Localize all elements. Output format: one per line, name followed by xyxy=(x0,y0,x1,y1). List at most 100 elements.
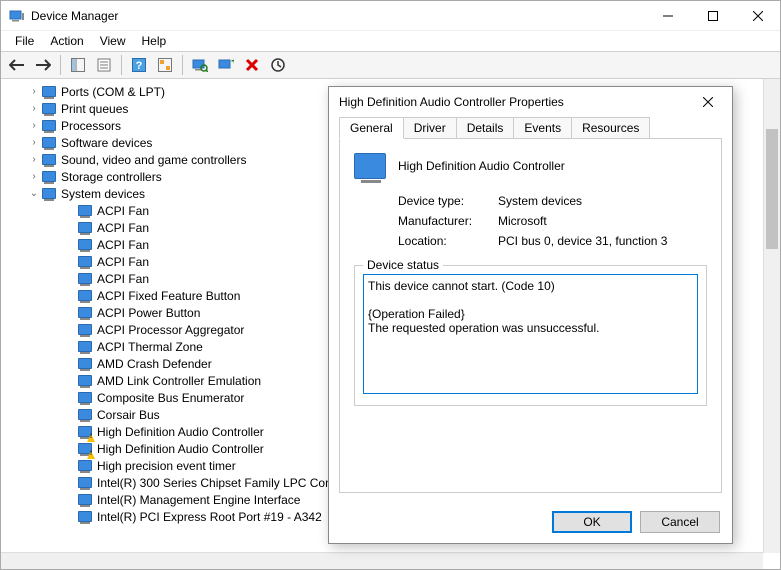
toolbar: ? + xyxy=(1,51,780,79)
dialog-title: High Definition Audio Controller Propert… xyxy=(339,95,688,109)
close-button[interactable] xyxy=(735,1,780,31)
tree-item-label: Storage controllers xyxy=(59,170,162,184)
tree-item-label: ACPI Fan xyxy=(95,272,149,286)
help-button[interactable]: ? xyxy=(127,54,151,76)
device-category-icon xyxy=(77,288,93,304)
tree-item-label: Software devices xyxy=(59,136,152,150)
dialog-tabs: General Driver Details Events Resources xyxy=(339,117,722,139)
update-driver-button[interactable] xyxy=(266,54,290,76)
expand-icon[interactable]: › xyxy=(27,120,41,131)
device-category-icon xyxy=(77,237,93,253)
device-category-icon xyxy=(41,186,57,202)
menu-help[interactable]: Help xyxy=(134,32,175,50)
tree-item-label: ACPI Fan xyxy=(95,221,149,235)
dialog-close-button[interactable] xyxy=(688,88,728,116)
tab-content-general: High Definition Audio Controller Device … xyxy=(339,139,722,493)
tree-item-label: Intel(R) Management Engine Interface xyxy=(95,493,300,507)
device-status-group: Device status xyxy=(354,265,707,406)
scan-hardware-button[interactable] xyxy=(188,54,212,76)
svg-text:+: + xyxy=(231,58,234,68)
manufacturer-value: Microsoft xyxy=(498,214,547,228)
device-type-label: Device type: xyxy=(398,194,498,208)
tree-item-label: Corsair Bus xyxy=(95,408,160,422)
device-category-icon xyxy=(77,373,93,389)
tab-events[interactable]: Events xyxy=(513,117,572,138)
menu-view[interactable]: View xyxy=(92,32,134,50)
tab-resources[interactable]: Resources xyxy=(571,117,650,138)
device-category-icon xyxy=(77,407,93,423)
tree-item-label: High precision event timer xyxy=(95,459,236,473)
menu-file[interactable]: File xyxy=(7,32,42,50)
expand-icon[interactable]: › xyxy=(27,103,41,114)
back-button[interactable] xyxy=(5,54,29,76)
forward-button[interactable] xyxy=(31,54,55,76)
dialog-button-row: OK Cancel xyxy=(329,503,732,543)
tree-item-label: ACPI Fan xyxy=(95,238,149,252)
expand-icon[interactable]: › xyxy=(27,171,41,182)
tab-general[interactable]: General xyxy=(339,117,404,139)
device-category-icon xyxy=(77,305,93,321)
show-hide-console-tree-button[interactable] xyxy=(66,54,90,76)
device-category-icon xyxy=(41,84,57,100)
expand-icon[interactable]: › xyxy=(27,137,41,148)
tab-driver[interactable]: Driver xyxy=(403,117,457,138)
vertical-scrollbar[interactable] xyxy=(763,79,780,553)
tree-item-label: ACPI Thermal Zone xyxy=(95,340,203,354)
tree-item-label: ACPI Fan xyxy=(95,255,149,269)
properties-dialog: High Definition Audio Controller Propert… xyxy=(328,86,733,544)
device-icon xyxy=(354,153,386,179)
device-category-icon xyxy=(77,492,93,508)
titlebar: Device Manager xyxy=(1,1,780,31)
tree-item-label: Print queues xyxy=(59,102,128,116)
dialog-titlebar[interactable]: High Definition Audio Controller Propert… xyxy=(329,87,732,117)
tree-item-label: Intel(R) 300 Series Chipset Family LPC C… xyxy=(95,476,362,490)
device-category-icon xyxy=(77,441,93,457)
add-legacy-hardware-button[interactable]: + xyxy=(214,54,238,76)
svg-text:?: ? xyxy=(136,60,143,72)
toolbar-separator xyxy=(121,55,122,75)
tree-item-label: System devices xyxy=(59,187,145,201)
location-value: PCI bus 0, device 31, function 3 xyxy=(498,234,667,248)
show-hidden-button[interactable] xyxy=(153,54,177,76)
tree-item-label: High Definition Audio Controller xyxy=(95,425,264,439)
device-category-icon xyxy=(77,475,93,491)
minimize-button[interactable] xyxy=(645,1,690,31)
tree-item-label: Processors xyxy=(59,119,121,133)
expand-icon[interactable]: ⌄ xyxy=(27,188,41,199)
device-category-icon xyxy=(77,424,93,440)
cancel-button[interactable]: Cancel xyxy=(640,511,720,533)
device-category-icon xyxy=(41,135,57,151)
device-category-icon xyxy=(41,169,57,185)
properties-button[interactable] xyxy=(92,54,116,76)
app-icon xyxy=(9,8,25,24)
ok-button[interactable]: OK xyxy=(552,511,632,533)
device-category-icon xyxy=(41,152,57,168)
device-category-icon xyxy=(77,220,93,236)
device-category-icon xyxy=(77,339,93,355)
tree-item-label: Intel(R) PCI Express Root Port #19 - A34… xyxy=(95,510,322,524)
menu-action[interactable]: Action xyxy=(42,32,91,50)
horizontal-scrollbar[interactable] xyxy=(1,552,763,569)
window-title: Device Manager xyxy=(31,9,118,23)
expand-icon[interactable]: › xyxy=(27,86,41,97)
uninstall-device-button[interactable] xyxy=(240,54,264,76)
maximize-button[interactable] xyxy=(690,1,735,31)
tab-details[interactable]: Details xyxy=(456,117,515,138)
menubar: File Action View Help xyxy=(1,31,780,51)
device-category-icon xyxy=(77,203,93,219)
scrollbar-thumb[interactable] xyxy=(766,129,778,249)
device-category-icon xyxy=(41,101,57,117)
tree-item-label: High Definition Audio Controller xyxy=(95,442,264,456)
manufacturer-label: Manufacturer: xyxy=(398,214,498,228)
tree-item-label: ACPI Fixed Feature Button xyxy=(95,289,240,303)
tree-item-label: Sound, video and game controllers xyxy=(59,153,246,167)
toolbar-separator xyxy=(60,55,61,75)
expand-icon[interactable]: › xyxy=(27,154,41,165)
tree-item-label: ACPI Fan xyxy=(95,204,149,218)
device-status-text[interactable] xyxy=(363,274,698,394)
tree-item-label: ACPI Power Button xyxy=(95,306,200,320)
device-category-icon xyxy=(41,118,57,134)
device-category-icon xyxy=(77,322,93,338)
tree-item-label: AMD Crash Defender xyxy=(95,357,212,371)
tree-item-label: ACPI Processor Aggregator xyxy=(95,323,244,337)
